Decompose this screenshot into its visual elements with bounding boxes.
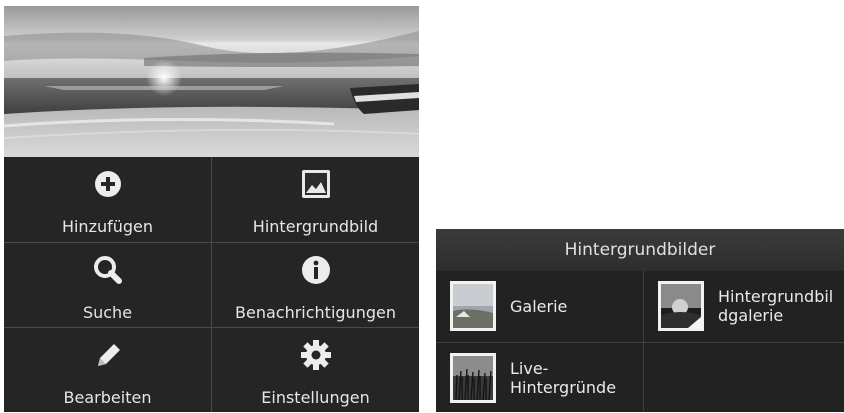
option-gallery[interactable]: Galerie [436, 271, 643, 341]
menu-item-label: Bearbeiten [63, 388, 152, 407]
menu-item-search[interactable]: Suche [4, 243, 211, 328]
option-wallpaper-gallery[interactable]: Hintergrundbil dgalerie [644, 271, 844, 341]
option-label: Galerie [510, 296, 568, 316]
option-label: Hintergrundbil dgalerie [718, 287, 834, 325]
wallpaper-dialog: Hintergrundbilder Galerie Hintergrundbil… [436, 229, 844, 412]
wallpaper-preview [4, 6, 419, 157]
home-screen: Hinzufügen Hintergrundbild Suche Benachr… [4, 6, 419, 412]
plus-circle-icon [90, 167, 126, 201]
gallery-thumbnail [450, 281, 496, 331]
options-menu: Hinzufügen Hintergrundbild Suche Benachr… [4, 157, 419, 412]
menu-item-label: Hintergrundbild [252, 217, 379, 236]
menu-item-label: Benachrichtigungen [235, 303, 396, 322]
menu-item-label: Suche [82, 303, 133, 322]
menu-item-label: Einstellungen [261, 388, 370, 407]
option-label: Live- Hintergründe [510, 359, 617, 397]
info-icon [298, 253, 334, 287]
picture-icon [298, 167, 334, 201]
gear-icon [298, 338, 334, 372]
live-wallpaper-thumbnail [450, 353, 496, 403]
menu-item-edit[interactable]: Bearbeiten [4, 328, 211, 413]
menu-item-notifications[interactable]: Benachrichtigungen [212, 243, 419, 328]
search-icon [90, 253, 126, 287]
option-live-wallpapers[interactable]: Live- Hintergründe [436, 343, 643, 412]
dialog-options: Galerie Hintergrundbil dgalerie Live- Hi… [436, 271, 844, 412]
menu-item-settings[interactable]: Einstellungen [212, 328, 419, 413]
menu-item-add[interactable]: Hinzufügen [4, 157, 211, 242]
menu-item-wallpaper[interactable]: Hintergrundbild [212, 157, 419, 242]
pencil-icon [90, 338, 126, 372]
menu-item-label: Hinzufügen [61, 217, 154, 236]
dialog-title: Hintergrundbilder [436, 229, 844, 271]
wallpaper-gallery-thumbnail [658, 281, 704, 331]
